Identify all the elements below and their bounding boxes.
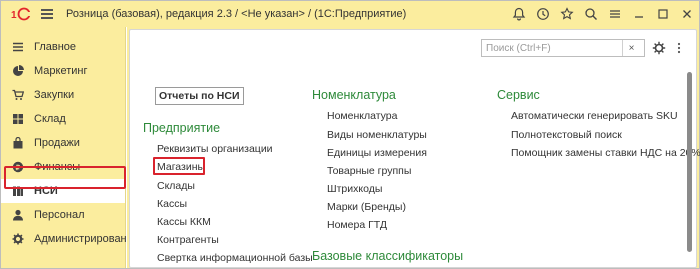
more-actions-icon[interactable] [671,39,687,57]
link-product-groups[interactable]: Товарные группы [327,165,411,177]
sidebar-item-label: Закупки [34,89,75,101]
link-units[interactable]: Единицы измерения [327,147,427,159]
link-nomenclature[interactable]: Номенклатура [327,110,397,122]
link-org-details[interactable]: Реквизиты организации [157,143,273,155]
search-icon[interactable] [579,1,603,27]
close-icon[interactable] [675,1,699,27]
sections-sidebar: Главное Маркетинг Закупки Склад Продажи … [1,27,139,268]
sidebar-item-label: Маркетинг [34,65,88,77]
link-stores[interactable]: Магазины [157,161,205,173]
section-panel: × Отчеты по НСИ Предприятие Реквизиты ор… [129,29,700,268]
sidebar-item-purchases[interactable]: Закупки [1,83,125,107]
sidebar-item-label: Администрирование [34,233,139,245]
sidebar-item-label: Финансы [34,161,81,173]
title-bar: 1 Розница (базовая), редакция 2.3 / <Не … [1,1,699,27]
sidebar-item-warehouse[interactable]: Склад [1,107,125,131]
sidebar-item-nsi[interactable]: НСИ [1,179,125,203]
maximize-icon[interactable] [651,1,675,27]
1c-logo: 1 [10,7,32,21]
menu-lines-icon [12,41,24,53]
person-icon [12,209,24,221]
sidebar-item-label: Персонал [34,209,85,221]
group-title-base-classifiers: Базовые классификаторы [312,249,464,263]
coin-icon: ₽ [12,161,24,173]
sidebar-item-personnel[interactable]: Персонал [1,203,125,227]
star-icon[interactable] [555,1,579,27]
sidebar-item-administration[interactable]: Администрирование [1,227,139,251]
vertical-scrollbar[interactable] [687,72,692,252]
link-vat-assistant[interactable]: Помощник замены ставки НДС на 20% [511,147,700,159]
link-cash-desks[interactable]: Кассы [157,198,187,210]
grid-icon [12,113,24,125]
svg-text:1: 1 [11,10,17,21]
sidebar-item-label: Главное [34,41,77,53]
link-kkm-cash-desks[interactable]: Кассы ККМ [157,216,211,228]
sidebar-item-label: Склад [34,113,66,125]
titlebar-actions [507,1,699,27]
menu-icon[interactable] [603,1,627,27]
search-input[interactable] [482,40,622,56]
hamburger-menu-icon[interactable] [41,9,53,19]
pie-chart-icon [12,65,24,77]
link-generate-sku[interactable]: Автоматически генерировать SKU [511,110,678,122]
link-warehouses[interactable]: Склады [157,180,195,192]
sidebar-item-label: Продажи [34,137,80,149]
svg-text:₽: ₽ [16,164,21,172]
link-brands[interactable]: Марки (Бренды) [327,201,406,213]
sidebar-item-main[interactable]: Главное [1,35,125,59]
sidebar-item-marketing[interactable]: Маркетинг [1,59,125,83]
sidebar-item-sales[interactable]: Продажи [1,131,125,155]
main-area: × Отчеты по НСИ Предприятие Реквизиты ор… [127,27,700,268]
sidebar-item-finance[interactable]: ₽ Финансы [1,155,125,179]
reports-nsi-button[interactable]: Отчеты по НСИ [155,87,244,105]
sidebar-item-label: НСИ [34,185,58,197]
bell-icon[interactable] [507,1,531,27]
minimize-icon[interactable] [627,1,651,27]
bag-icon [12,137,24,149]
search-clear-button[interactable]: × [622,40,640,56]
gear-icon [12,233,24,245]
books-icon [12,185,24,197]
link-infobase-collapse[interactable]: Свертка информационной базы [157,252,313,264]
link-counterparties[interactable]: Контрагенты [157,234,219,246]
link-barcodes[interactable]: Штрихкоды [327,183,382,195]
settings-gear-icon[interactable] [651,39,667,57]
group-title-service: Сервис [497,88,540,102]
group-title-nomenclature: Номенклатура [312,88,396,102]
window-title: Розница (базовая), редакция 2.3 / <Не ук… [66,8,407,20]
link-fulltext-search[interactable]: Полнотекстовый поиск [511,129,622,141]
link-nomenclature-types[interactable]: Виды номенклатуры [327,129,427,141]
cart-icon [12,89,24,101]
link-gtd-numbers[interactable]: Номера ГТД [327,219,387,231]
search-box: × [481,39,645,57]
history-icon[interactable] [531,1,555,27]
group-title-enterprise: Предприятие [143,121,221,135]
